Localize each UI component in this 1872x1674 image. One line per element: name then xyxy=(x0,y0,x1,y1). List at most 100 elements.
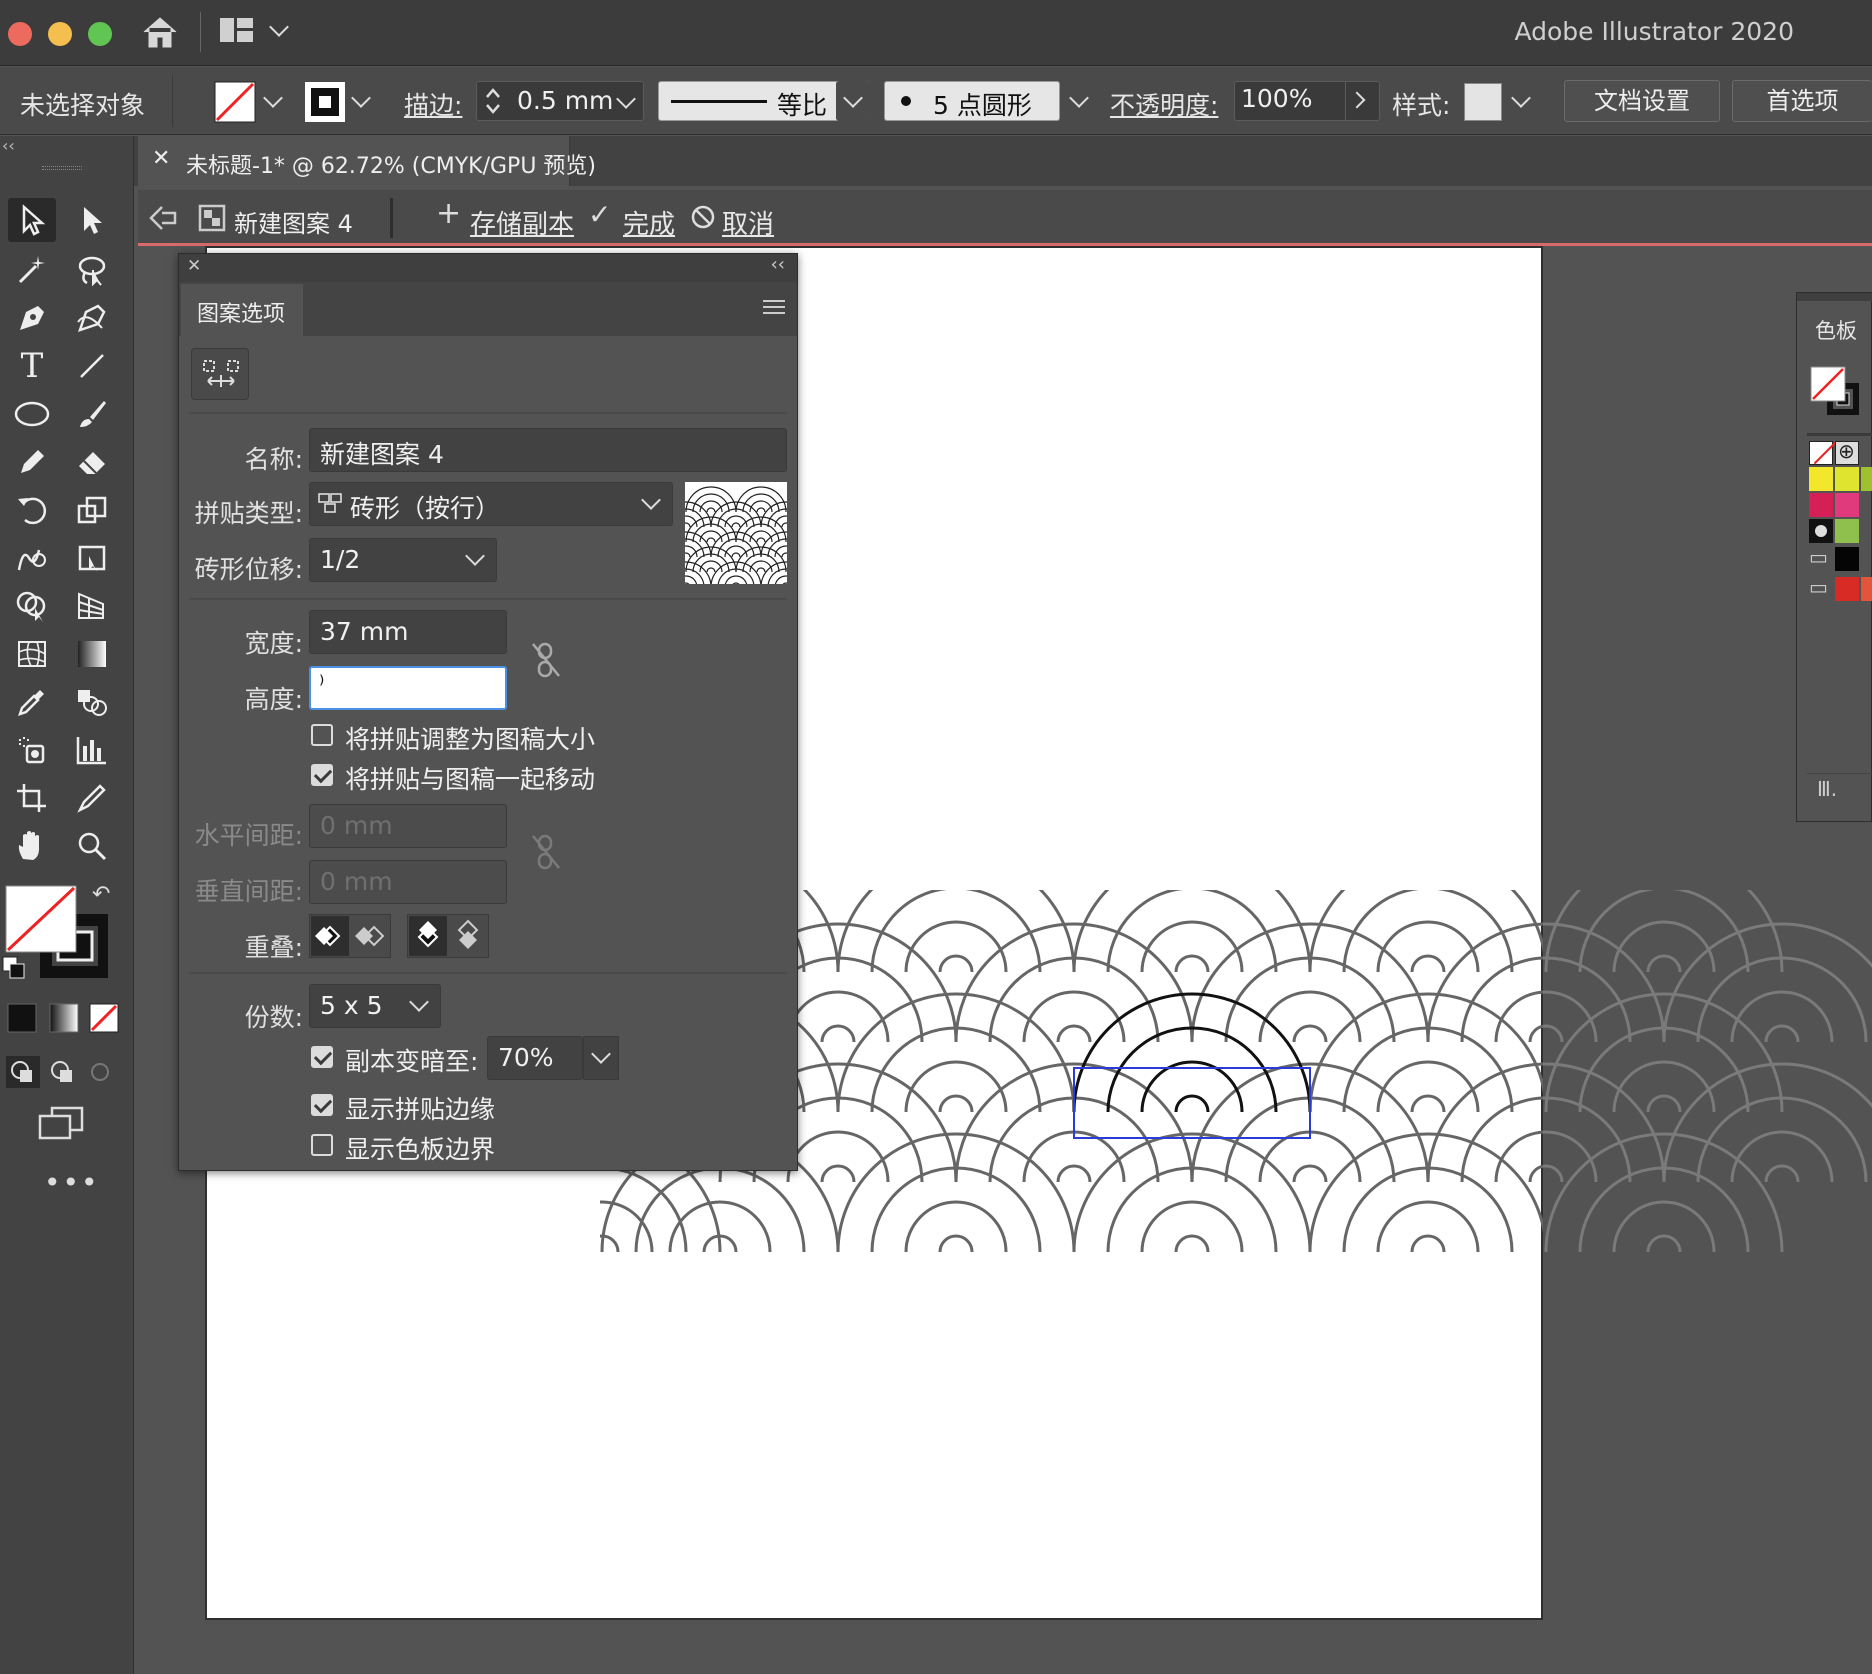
copies-dropdown[interactable]: 5 x 5 xyxy=(309,984,441,1028)
ellipse-tool-icon[interactable] xyxy=(8,392,56,436)
dim-copies-field[interactable]: 70% xyxy=(487,1036,583,1080)
eraser-tool-icon[interactable] xyxy=(68,440,116,484)
default-fill-stroke-icon[interactable] xyxy=(2,956,26,980)
stroke-dropdown-icon[interactable] xyxy=(351,88,371,108)
chevron-down-icon[interactable] xyxy=(269,17,289,37)
stepper-icon[interactable] xyxy=(483,84,503,118)
width-field[interactable]: 37 mm xyxy=(309,610,507,654)
move-tile-with-art-checkbox[interactable] xyxy=(311,764,333,786)
paintbrush-tool-icon[interactable] xyxy=(68,392,116,436)
right-in-front-button[interactable] xyxy=(351,916,389,956)
home-icon[interactable] xyxy=(140,14,180,50)
swatches-panel-title[interactable]: 色板 xyxy=(1815,315,1857,345)
collapse-toolbox-icon[interactable]: ‹‹ xyxy=(2,136,15,155)
swatch-red[interactable] xyxy=(1835,577,1859,601)
tab-pattern-options[interactable]: 图案选项 xyxy=(181,284,303,336)
pencil-tool-icon[interactable] xyxy=(8,440,56,484)
fill-dropdown-icon[interactable] xyxy=(263,88,283,108)
done-button[interactable]: 完成 xyxy=(623,204,675,241)
swatch-yellow-green[interactable] xyxy=(1835,467,1859,491)
zoom-tool-icon[interactable] xyxy=(68,824,116,868)
swatch-registration[interactable]: ⊕ xyxy=(1835,439,1859,465)
drawing-mode-buttons[interactable] xyxy=(6,1056,120,1088)
cancel-button[interactable]: 取消 xyxy=(722,204,774,241)
panel-menu-icon[interactable] xyxy=(763,300,785,314)
swatch-folder-icon[interactable]: ▭ xyxy=(1809,545,1828,569)
dim-copies-checkbox[interactable] xyxy=(311,1046,333,1068)
size-tile-to-art-checkbox[interactable] xyxy=(311,724,333,746)
swatch-crimson[interactable] xyxy=(1809,493,1833,517)
swatch-none[interactable] xyxy=(1809,441,1837,465)
tile-type-dropdown[interactable]: 砖形（按行） xyxy=(309,482,673,526)
save-copy-button[interactable]: 存储副本 xyxy=(470,204,574,241)
screen-mode-icon[interactable] xyxy=(38,1106,86,1142)
fill-stroke-mini-indicator[interactable] xyxy=(1809,365,1861,417)
swatch-green-partial[interactable] xyxy=(1861,467,1872,491)
top-in-front-button[interactable] xyxy=(409,916,447,956)
swatch-yellow[interactable] xyxy=(1809,467,1833,491)
scale-tool-icon[interactable] xyxy=(68,488,116,532)
pattern-name-field[interactable]: 新建图案 4 xyxy=(309,428,787,472)
workspace-switcher-icon[interactable] xyxy=(218,16,256,46)
show-tile-edge-checkbox[interactable] xyxy=(311,1094,333,1116)
swap-fill-stroke-icon[interactable]: ↶ xyxy=(92,882,110,907)
bottom-in-front-button[interactable] xyxy=(449,916,487,956)
brick-offset-dropdown[interactable]: 1/2 xyxy=(309,538,497,582)
profile-dropdown[interactable] xyxy=(836,81,870,121)
collapse-panel-icon[interactable]: ‹‹ xyxy=(771,254,785,275)
style-dropdown-icon[interactable] xyxy=(1511,88,1531,108)
mesh-tool-icon[interactable] xyxy=(8,632,56,676)
swatch-pattern-dots[interactable] xyxy=(1809,519,1833,543)
curvature-tool-icon[interactable] xyxy=(68,296,116,340)
brush-dropdown-icon[interactable] xyxy=(1069,88,1089,108)
document-tab[interactable]: ✕ 未标题-1* @ 62.72% (CMYK/GPU 预览) xyxy=(138,136,596,186)
shape-builder-tool-icon[interactable] xyxy=(8,584,56,628)
minimize-window-button[interactable] xyxy=(48,22,72,46)
dim-copies-dropdown[interactable] xyxy=(583,1036,619,1080)
swatch-pattern-foliage[interactable] xyxy=(1835,519,1859,543)
graphic-style-swatch[interactable] xyxy=(1464,83,1502,121)
edit-toolbar-icon[interactable]: ••• xyxy=(44,1166,100,1199)
close-panel-icon[interactable]: ✕ xyxy=(187,256,201,276)
pen-tool-icon[interactable] xyxy=(8,296,56,340)
swatch-black[interactable] xyxy=(1835,547,1859,571)
preferences-button[interactable]: 首选项 xyxy=(1732,80,1872,122)
fill-none-swatch-icon[interactable] xyxy=(214,81,256,123)
swatch-folder-icon[interactable]: ▭ xyxy=(1809,575,1828,599)
back-arrow-icon[interactable] xyxy=(148,204,178,232)
symbol-sprayer-tool-icon[interactable] xyxy=(8,728,56,772)
line-segment-tool-icon[interactable] xyxy=(68,344,116,388)
column-graph-tool-icon[interactable] xyxy=(68,728,116,772)
direct-selection-tool-icon[interactable] xyxy=(68,198,116,242)
show-swatch-bounds-checkbox[interactable] xyxy=(311,1134,333,1156)
free-transform-tool-icon[interactable] xyxy=(68,536,116,580)
stroke-swatch-icon[interactable] xyxy=(304,81,346,123)
gradient-tool-icon[interactable] xyxy=(68,632,116,676)
opacity-field[interactable]: 100% xyxy=(1234,81,1380,121)
document-setup-button[interactable]: 文档设置 xyxy=(1564,80,1720,122)
h-spacing-field[interactable]: 0 mm xyxy=(309,804,507,848)
eyedropper-tool-icon[interactable] xyxy=(8,680,56,724)
color-mode-buttons[interactable] xyxy=(6,1002,120,1034)
blend-tool-icon[interactable] xyxy=(68,680,116,724)
close-window-button[interactable] xyxy=(8,22,32,46)
type-tool-icon[interactable]: T xyxy=(8,344,56,388)
slice-tool-icon[interactable] xyxy=(68,776,116,820)
brush-definition[interactable]: 5 点圆形 xyxy=(884,81,1060,121)
selection-tool-icon[interactable] xyxy=(8,198,56,242)
hand-tool-icon[interactable] xyxy=(8,824,56,868)
zoom-window-button[interactable] xyxy=(88,22,112,46)
pattern-tile-tool-button[interactable] xyxy=(191,348,249,400)
magic-wand-tool-icon[interactable] xyxy=(8,248,56,292)
left-in-front-button[interactable] xyxy=(311,916,349,956)
swatch-libraries-icon[interactable]: Ⅲ. xyxy=(1817,777,1837,801)
v-spacing-field[interactable]: 0 mm xyxy=(309,860,507,904)
chevron-down-icon[interactable] xyxy=(616,89,636,109)
artboard-tool-icon[interactable] xyxy=(8,776,56,820)
swatch-magenta[interactable] xyxy=(1835,493,1859,517)
lasso-tool-icon[interactable] xyxy=(68,248,116,292)
warp-tool-icon[interactable] xyxy=(8,536,56,580)
unlink-proportions-icon[interactable] xyxy=(529,640,563,680)
height-field[interactable]: ⁾ xyxy=(309,666,507,710)
perspective-grid-tool-icon[interactable] xyxy=(68,584,116,628)
